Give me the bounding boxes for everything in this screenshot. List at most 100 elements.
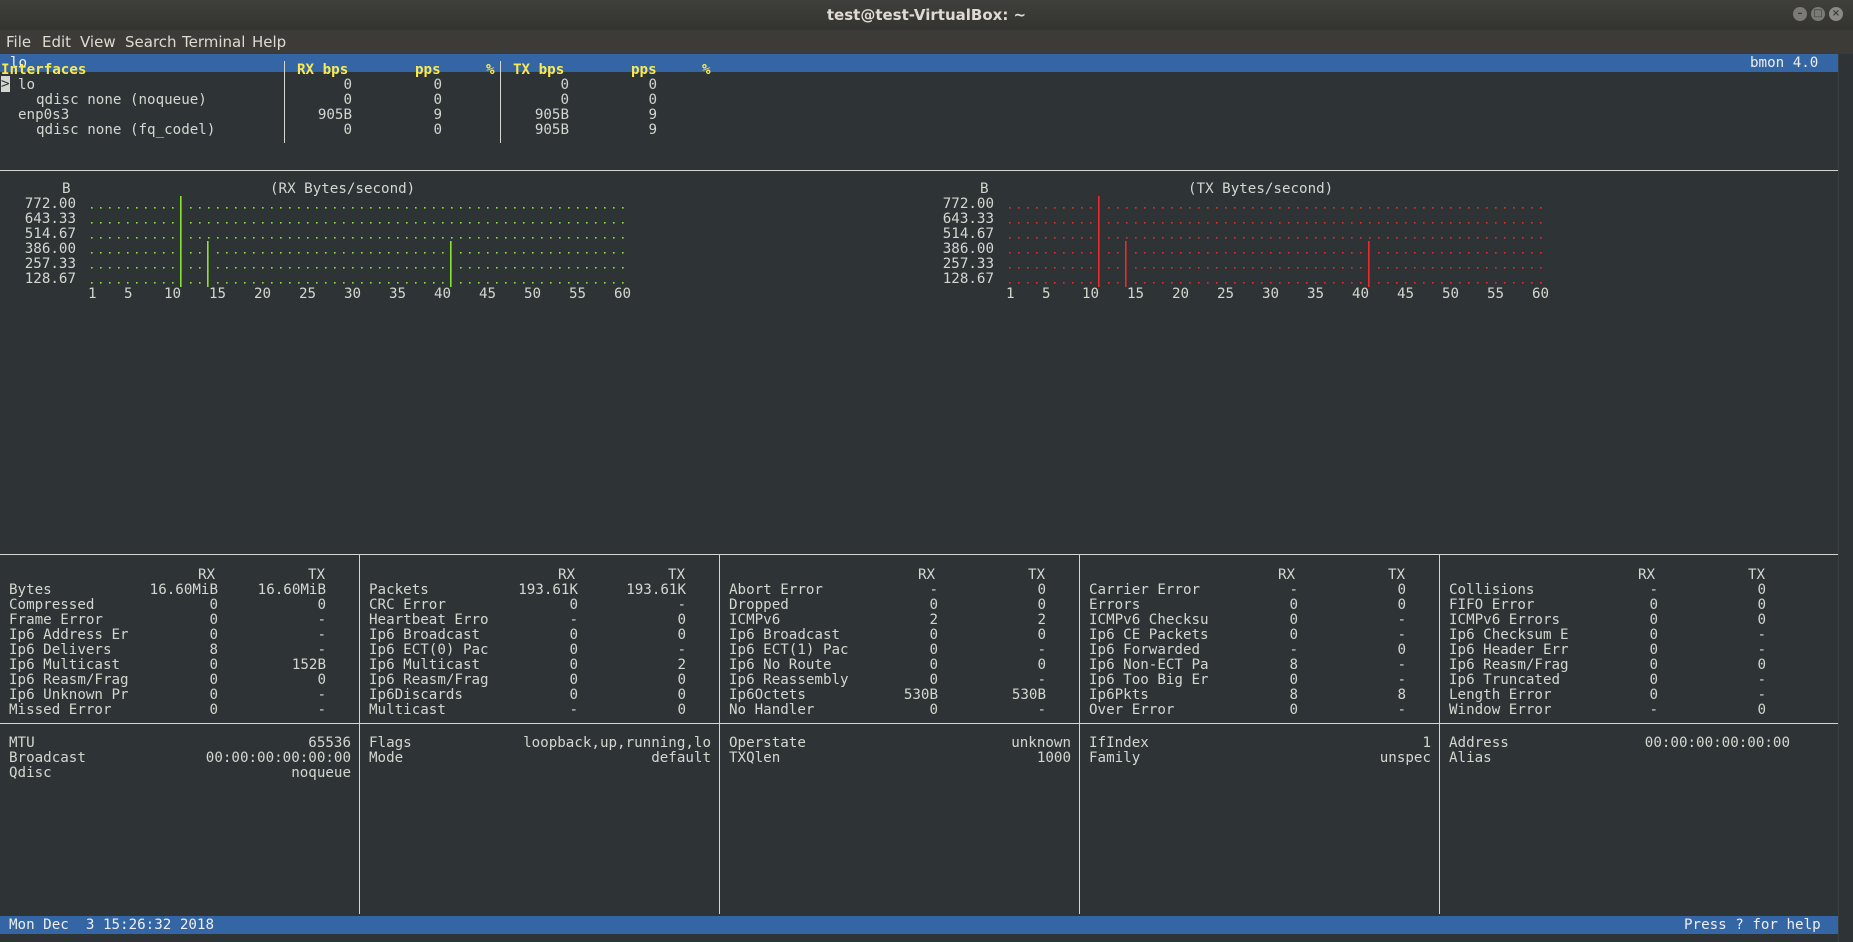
graph-dot [460, 267, 462, 269]
graph-dot [1396, 252, 1398, 254]
graph-dot [307, 237, 309, 239]
menu-search[interactable]: Search [125, 33, 177, 51]
minimize-icon[interactable]: – [1793, 7, 1807, 21]
graph-dot [1171, 267, 1173, 269]
graph-dot [1189, 282, 1191, 284]
graph-dot [523, 282, 525, 284]
graph-dot [1090, 282, 1092, 284]
graph-dot [100, 252, 102, 254]
graph-dot [622, 282, 624, 284]
maximize-icon[interactable]: □ [1811, 7, 1825, 21]
graph-dot [496, 237, 498, 239]
close-icon[interactable]: × [1829, 7, 1843, 21]
graph-dot [604, 252, 606, 254]
graph-dot [1225, 267, 1227, 269]
graph-dot [478, 207, 480, 209]
graph-dot [1171, 207, 1173, 209]
graph-dot [1243, 222, 1245, 224]
graph-dot [1045, 207, 1047, 209]
graph-dot [541, 267, 543, 269]
menu-terminal[interactable]: Terminal [182, 33, 245, 51]
graph-dot [532, 222, 534, 224]
graph-dot [379, 267, 381, 269]
graph-dot [352, 207, 354, 209]
stat-label: Missed Error [9, 702, 112, 718]
menu-edit[interactable]: Edit [42, 33, 71, 51]
details-divider [719, 555, 720, 914]
menu-view[interactable]: View [80, 33, 116, 51]
terminal[interactable]: lo bmon 4.0 Interfaces RX bps pps % TX b… [0, 54, 1838, 942]
graph-dot [370, 252, 372, 254]
graph-dot [1423, 252, 1425, 254]
graph-dot [1441, 237, 1443, 239]
graph-dot [244, 282, 246, 284]
iface-name[interactable]: lo [18, 76, 35, 94]
graph-dot [1135, 222, 1137, 224]
graph-dot [1279, 282, 1281, 284]
graph-dot [1423, 207, 1425, 209]
graph-dot [118, 237, 120, 239]
graph-dot [1261, 252, 1263, 254]
graph-dot [1450, 237, 1452, 239]
graph-dot [1081, 207, 1083, 209]
window-titlebar: test@test-VirtualBox: ~ – □ × [0, 0, 1853, 30]
graph-dot [487, 207, 489, 209]
graph-dot [433, 237, 435, 239]
graph-dot [1513, 222, 1515, 224]
terminal-scrollbar[interactable] [1838, 54, 1853, 942]
graph-dot [199, 282, 201, 284]
info-value: noqueue [291, 765, 351, 781]
graph-dot [1198, 252, 1200, 254]
graph-dot [1414, 282, 1416, 284]
graph-dot [163, 267, 165, 269]
graph-dot [1522, 237, 1524, 239]
graph-dot [1369, 207, 1371, 209]
graph-dot [307, 252, 309, 254]
graph-dot [1450, 222, 1452, 224]
graph-dot [262, 222, 264, 224]
graph-dot [1297, 237, 1299, 239]
graph-dot [1333, 237, 1335, 239]
graph-dot [1522, 282, 1524, 284]
graph-dot [352, 252, 354, 254]
details-divider [359, 555, 360, 914]
graph-dot [1090, 207, 1092, 209]
graph-dot [1189, 222, 1191, 224]
graph-dot [1180, 252, 1182, 254]
graph-dot [1081, 237, 1083, 239]
graph-dot [280, 222, 282, 224]
graph-dot [226, 267, 228, 269]
graph-dot [1351, 252, 1353, 254]
graph-dot [1036, 282, 1038, 284]
graph-dot [1540, 282, 1542, 284]
graph-dot [1027, 267, 1029, 269]
graph-dot [397, 222, 399, 224]
iface-name[interactable]: qdisc none (fq_codel) [36, 121, 215, 139]
graph-dot [1378, 237, 1380, 239]
graph-dot [1414, 252, 1416, 254]
graph-dot [1333, 282, 1335, 284]
graph-dot [1081, 282, 1083, 284]
graph-dot [343, 237, 345, 239]
graph-dot [388, 282, 390, 284]
graph-dot [262, 237, 264, 239]
graph-dot [406, 267, 408, 269]
graph-dot [1117, 207, 1119, 209]
graph-dot [1036, 237, 1038, 239]
graph-dot [1342, 222, 1344, 224]
graph-dot [1072, 237, 1074, 239]
graph-dot [1009, 207, 1011, 209]
graph-dot [397, 252, 399, 254]
menu-help[interactable]: Help [252, 33, 286, 51]
graph-dot [1513, 267, 1515, 269]
graph-dot [523, 267, 525, 269]
graph-dot [1513, 282, 1515, 284]
graph-dot [1432, 282, 1434, 284]
menu-file[interactable]: File [6, 33, 31, 51]
graph-dot [451, 207, 453, 209]
graph-dot [1072, 252, 1074, 254]
graph-dot [1063, 237, 1065, 239]
graph-dot [280, 237, 282, 239]
selection-cursor: > [1, 76, 10, 92]
graph-dot [298, 252, 300, 254]
